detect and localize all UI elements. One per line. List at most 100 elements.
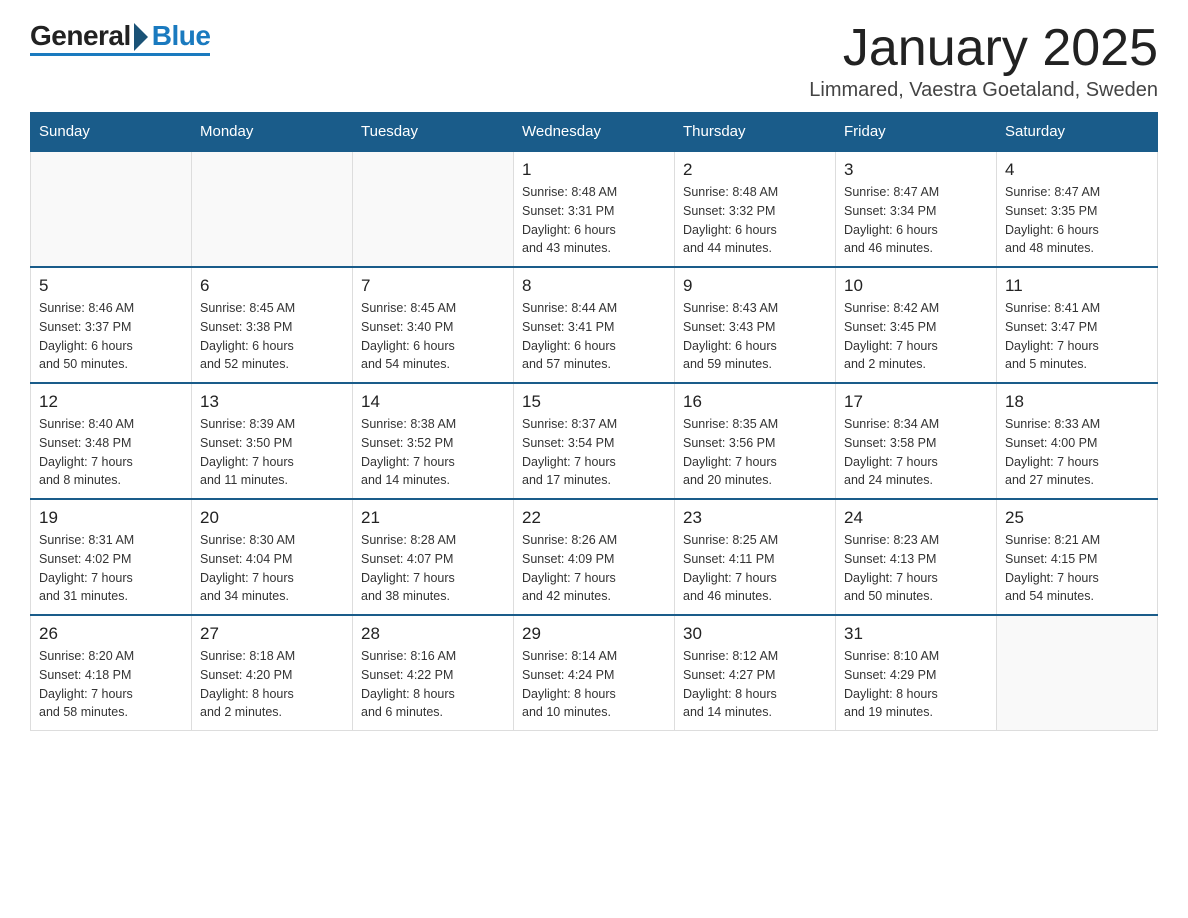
day-number: 1 xyxy=(522,160,666,180)
day-info: Sunrise: 8:23 AMSunset: 4:13 PMDaylight:… xyxy=(844,531,988,606)
day-header-tuesday: Tuesday xyxy=(353,113,514,152)
day-info: Sunrise: 8:34 AMSunset: 3:58 PMDaylight:… xyxy=(844,415,988,490)
day-info: Sunrise: 8:16 AMSunset: 4:22 PMDaylight:… xyxy=(361,647,505,722)
day-number: 23 xyxy=(683,508,827,528)
day-number: 14 xyxy=(361,392,505,412)
calendar-cell xyxy=(192,151,353,267)
calendar-cell: 17 Sunrise: 8:34 AMSunset: 3:58 PMDayligh… xyxy=(836,383,997,499)
day-header-thursday: Thursday xyxy=(675,113,836,152)
calendar-cell: 18Sunrise: 8:33 AMSunset: 4:00 PMDayligh… xyxy=(997,383,1158,499)
day-info: Sunrise: 8:48 AMSunset: 3:32 PMDaylight:… xyxy=(683,183,827,258)
day-info: Sunrise: 8:14 AMSunset: 4:24 PMDaylight:… xyxy=(522,647,666,722)
day-number: 8 xyxy=(522,276,666,296)
day-info: Sunrise: 8:45 AMSunset: 3:38 PMDaylight:… xyxy=(200,299,344,374)
day-info: Sunrise: 8:31 AMSunset: 4:02 PMDaylight:… xyxy=(39,531,183,606)
calendar-cell: 19 Sunrise: 8:31 AMSunset: 4:02 PMDayligh… xyxy=(31,499,192,615)
page-header: General Blue January 2025 Limmared, Vaes… xyxy=(30,20,1158,102)
day-header-sunday: Sunday xyxy=(31,113,192,152)
day-number: 19 xyxy=(39,508,183,528)
week-row-1: 1Sunrise: 8:48 AMSunset: 3:31 PMDaylight… xyxy=(31,151,1158,267)
calendar-cell: 20 Sunrise: 8:30 AMSunset: 4:04 PMDayligh… xyxy=(192,499,353,615)
day-info: Sunrise: 8:40 AMSunset: 3:48 PMDaylight:… xyxy=(39,415,183,490)
calendar-cell: 14 Sunrise: 8:38 AMSunset: 3:52 PMDayligh… xyxy=(353,383,514,499)
day-info: Sunrise: 8:42 AMSunset: 3:45 PMDaylight:… xyxy=(844,299,988,374)
day-info: Sunrise: 8:41 AMSunset: 3:47 PMDaylight:… xyxy=(1005,299,1149,374)
day-number: 30 xyxy=(683,624,827,644)
title-section: January 2025 Limmared, Vaestra Goetaland… xyxy=(809,20,1158,102)
header-row: SundayMondayTuesdayWednesdayThursdayFrid… xyxy=(31,113,1158,152)
week-row-3: 12 Sunrise: 8:40 AMSunset: 3:48 PMDayligh… xyxy=(31,383,1158,499)
day-number: 2 xyxy=(683,160,827,180)
day-info: Sunrise: 8:30 AMSunset: 4:04 PMDaylight:… xyxy=(200,531,344,606)
calendar-cell: 25Sunrise: 8:21 AMSunset: 4:15 PMDayligh… xyxy=(997,499,1158,615)
logo-underline xyxy=(30,53,210,56)
day-number: 27 xyxy=(200,624,344,644)
calendar-cell xyxy=(997,615,1158,731)
calendar-body: 1Sunrise: 8:48 AMSunset: 3:31 PMDaylight… xyxy=(31,151,1158,731)
day-info: Sunrise: 8:28 AMSunset: 4:07 PMDaylight:… xyxy=(361,531,505,606)
day-number: 17 xyxy=(844,392,988,412)
day-number: 24 xyxy=(844,508,988,528)
calendar-table: SundayMondayTuesdayWednesdayThursdayFrid… xyxy=(30,112,1158,731)
calendar-cell: 7Sunrise: 8:45 AMSunset: 3:40 PMDaylight… xyxy=(353,267,514,383)
logo: General Blue xyxy=(30,20,210,56)
day-info: Sunrise: 8:47 AMSunset: 3:35 PMDaylight:… xyxy=(1005,183,1149,258)
day-info: Sunrise: 8:43 AMSunset: 3:43 PMDaylight:… xyxy=(683,299,827,374)
day-number: 22 xyxy=(522,508,666,528)
logo-general-text: General xyxy=(30,20,131,52)
day-info: Sunrise: 8:44 AMSunset: 3:41 PMDaylight:… xyxy=(522,299,666,374)
day-info: Sunrise: 8:39 AMSunset: 3:50 PMDaylight:… xyxy=(200,415,344,490)
day-number: 3 xyxy=(844,160,988,180)
day-number: 5 xyxy=(39,276,183,296)
calendar-cell: 31Sunrise: 8:10 AMSunset: 4:29 PMDayligh… xyxy=(836,615,997,731)
day-number: 16 xyxy=(683,392,827,412)
day-number: 21 xyxy=(361,508,505,528)
day-info: Sunrise: 8:12 AMSunset: 4:27 PMDaylight:… xyxy=(683,647,827,722)
calendar-cell: 21 Sunrise: 8:28 AMSunset: 4:07 PMDayligh… xyxy=(353,499,514,615)
day-info: Sunrise: 8:38 AMSunset: 3:52 PMDaylight:… xyxy=(361,415,505,490)
calendar-cell: 24 Sunrise: 8:23 AMSunset: 4:13 PMDayligh… xyxy=(836,499,997,615)
calendar-cell xyxy=(353,151,514,267)
day-number: 29 xyxy=(522,624,666,644)
day-number: 4 xyxy=(1005,160,1149,180)
week-row-4: 19 Sunrise: 8:31 AMSunset: 4:02 PMDayligh… xyxy=(31,499,1158,615)
day-info: Sunrise: 8:25 AMSunset: 4:11 PMDaylight:… xyxy=(683,531,827,606)
day-info: Sunrise: 8:35 AMSunset: 3:56 PMDaylight:… xyxy=(683,415,827,490)
calendar-cell: 23 Sunrise: 8:25 AMSunset: 4:11 PMDayligh… xyxy=(675,499,836,615)
day-number: 15 xyxy=(522,392,666,412)
calendar-cell: 5 Sunrise: 8:46 AMSunset: 3:37 PMDaylight… xyxy=(31,267,192,383)
logo-text: General Blue xyxy=(30,20,210,52)
calendar-cell: 30 Sunrise: 8:12 AMSunset: 4:27 PMDayligh… xyxy=(675,615,836,731)
day-number: 9 xyxy=(683,276,827,296)
calendar-cell: 10 Sunrise: 8:42 AMSunset: 3:45 PMDayligh… xyxy=(836,267,997,383)
calendar-cell: 27Sunrise: 8:18 AMSunset: 4:20 PMDayligh… xyxy=(192,615,353,731)
day-number: 20 xyxy=(200,508,344,528)
day-number: 10 xyxy=(844,276,988,296)
calendar-cell: 8 Sunrise: 8:44 AMSunset: 3:41 PMDaylight… xyxy=(514,267,675,383)
calendar-cell: 6 Sunrise: 8:45 AMSunset: 3:38 PMDaylight… xyxy=(192,267,353,383)
calendar-cell: 22 Sunrise: 8:26 AMSunset: 4:09 PMDayligh… xyxy=(514,499,675,615)
week-row-2: 5 Sunrise: 8:46 AMSunset: 3:37 PMDaylight… xyxy=(31,267,1158,383)
month-title: January 2025 xyxy=(809,20,1158,77)
day-info: Sunrise: 8:47 AMSunset: 3:34 PMDaylight:… xyxy=(844,183,988,258)
calendar-cell: 29 Sunrise: 8:14 AMSunset: 4:24 PMDayligh… xyxy=(514,615,675,731)
logo-arrow-icon xyxy=(134,23,148,51)
location-text: Limmared, Vaestra Goetaland, Sweden xyxy=(809,79,1158,102)
day-number: 18 xyxy=(1005,392,1149,412)
calendar-cell: 4 Sunrise: 8:47 AMSunset: 3:35 PMDaylight… xyxy=(997,151,1158,267)
calendar-cell: 11Sunrise: 8:41 AMSunset: 3:47 PMDayligh… xyxy=(997,267,1158,383)
calendar-cell: 16 Sunrise: 8:35 AMSunset: 3:56 PMDayligh… xyxy=(675,383,836,499)
day-info: Sunrise: 8:45 AMSunset: 3:40 PMDaylight:… xyxy=(361,299,505,374)
day-info: Sunrise: 8:26 AMSunset: 4:09 PMDaylight:… xyxy=(522,531,666,606)
day-number: 6 xyxy=(200,276,344,296)
calendar-cell: 9 Sunrise: 8:43 AMSunset: 3:43 PMDaylight… xyxy=(675,267,836,383)
day-info: Sunrise: 8:46 AMSunset: 3:37 PMDaylight:… xyxy=(39,299,183,374)
calendar-cell: 28 Sunrise: 8:16 AMSunset: 4:22 PMDayligh… xyxy=(353,615,514,731)
day-number: 12 xyxy=(39,392,183,412)
day-info: Sunrise: 8:10 AMSunset: 4:29 PMDaylight:… xyxy=(844,647,988,722)
day-info: Sunrise: 8:37 AMSunset: 3:54 PMDaylight:… xyxy=(522,415,666,490)
day-number: 28 xyxy=(361,624,505,644)
logo-blue-text: Blue xyxy=(152,20,211,52)
day-number: 25 xyxy=(1005,508,1149,528)
day-header-saturday: Saturday xyxy=(997,113,1158,152)
